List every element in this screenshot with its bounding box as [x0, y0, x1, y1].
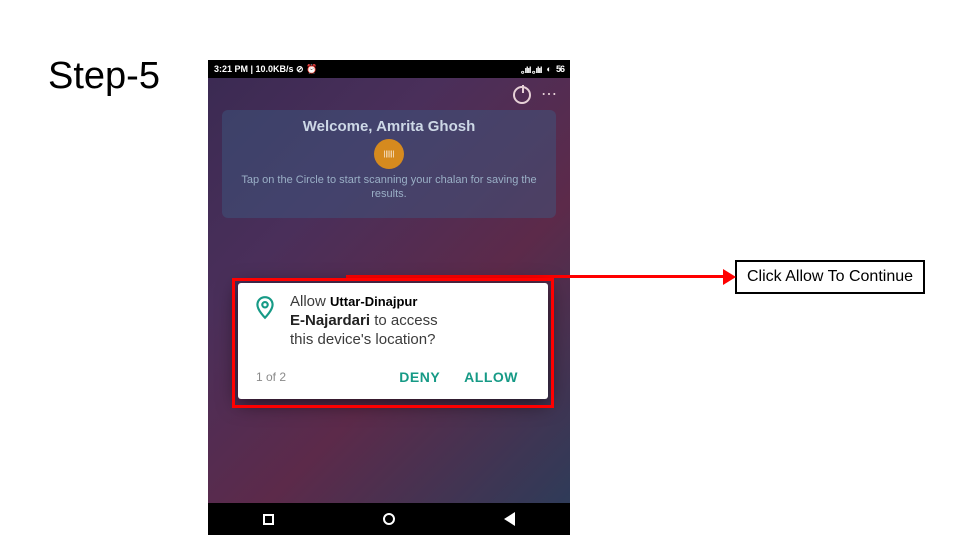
step-title: Step-5: [48, 55, 160, 98]
app-name: E-Najardari: [290, 312, 370, 329]
annotation-arrow-line: [346, 275, 726, 278]
dialog-rest2: this device's location?: [290, 331, 435, 348]
dialog-text: Allow Uttar-Dinajpur E-Najardari to acce…: [290, 293, 534, 349]
dialog-pager: 1 of 2: [256, 370, 387, 384]
allow-button[interactable]: ALLOW: [452, 365, 530, 389]
power-icon[interactable]: [513, 86, 531, 104]
annotation-callout: Click Allow To Continue: [735, 260, 925, 294]
wifi-icon: ◐: [547, 64, 551, 74]
more-icon[interactable]: ⋯: [541, 90, 558, 100]
dialog-rest1: to access: [370, 312, 438, 329]
location-icon: [252, 295, 278, 321]
district-label: Uttar-Dinajpur: [330, 294, 417, 309]
back-icon[interactable]: [504, 512, 515, 526]
statusbar-left: 3:21 PM | 10.0KB/s ⊘ ⏰: [214, 64, 317, 75]
welcome-subtext: Tap on the Circle to start scanning your…: [230, 173, 548, 202]
permission-dialog: Allow Uttar-Dinajpur E-Najardari to acce…: [238, 283, 548, 399]
battery-level: 56: [556, 64, 564, 74]
allow-word: Allow: [290, 293, 326, 310]
welcome-greeting: Welcome, Amrita Ghosh: [230, 118, 548, 135]
scan-circle-button[interactable]: ||||||: [374, 139, 404, 169]
recent-apps-icon[interactable]: [263, 514, 274, 525]
welcome-card: Welcome, Amrita Ghosh |||||| Tap on the …: [222, 110, 556, 218]
deny-button[interactable]: DENY: [387, 365, 452, 389]
top-actions: ⋯: [513, 86, 558, 104]
status-bar: 3:21 PM | 10.0KB/s ⊘ ⏰ ｡ılıl ｡ılıl ◐ 56: [208, 60, 570, 78]
android-navbar: [208, 503, 570, 535]
phone-frame: 3:21 PM | 10.0KB/s ⊘ ⏰ ｡ılıl ｡ılıl ◐ 56 …: [208, 60, 570, 535]
annotation-arrow-head: [723, 269, 736, 285]
signal-icon: ｡ılıl ｡ılıl: [521, 63, 542, 76]
home-icon[interactable]: [383, 513, 395, 525]
